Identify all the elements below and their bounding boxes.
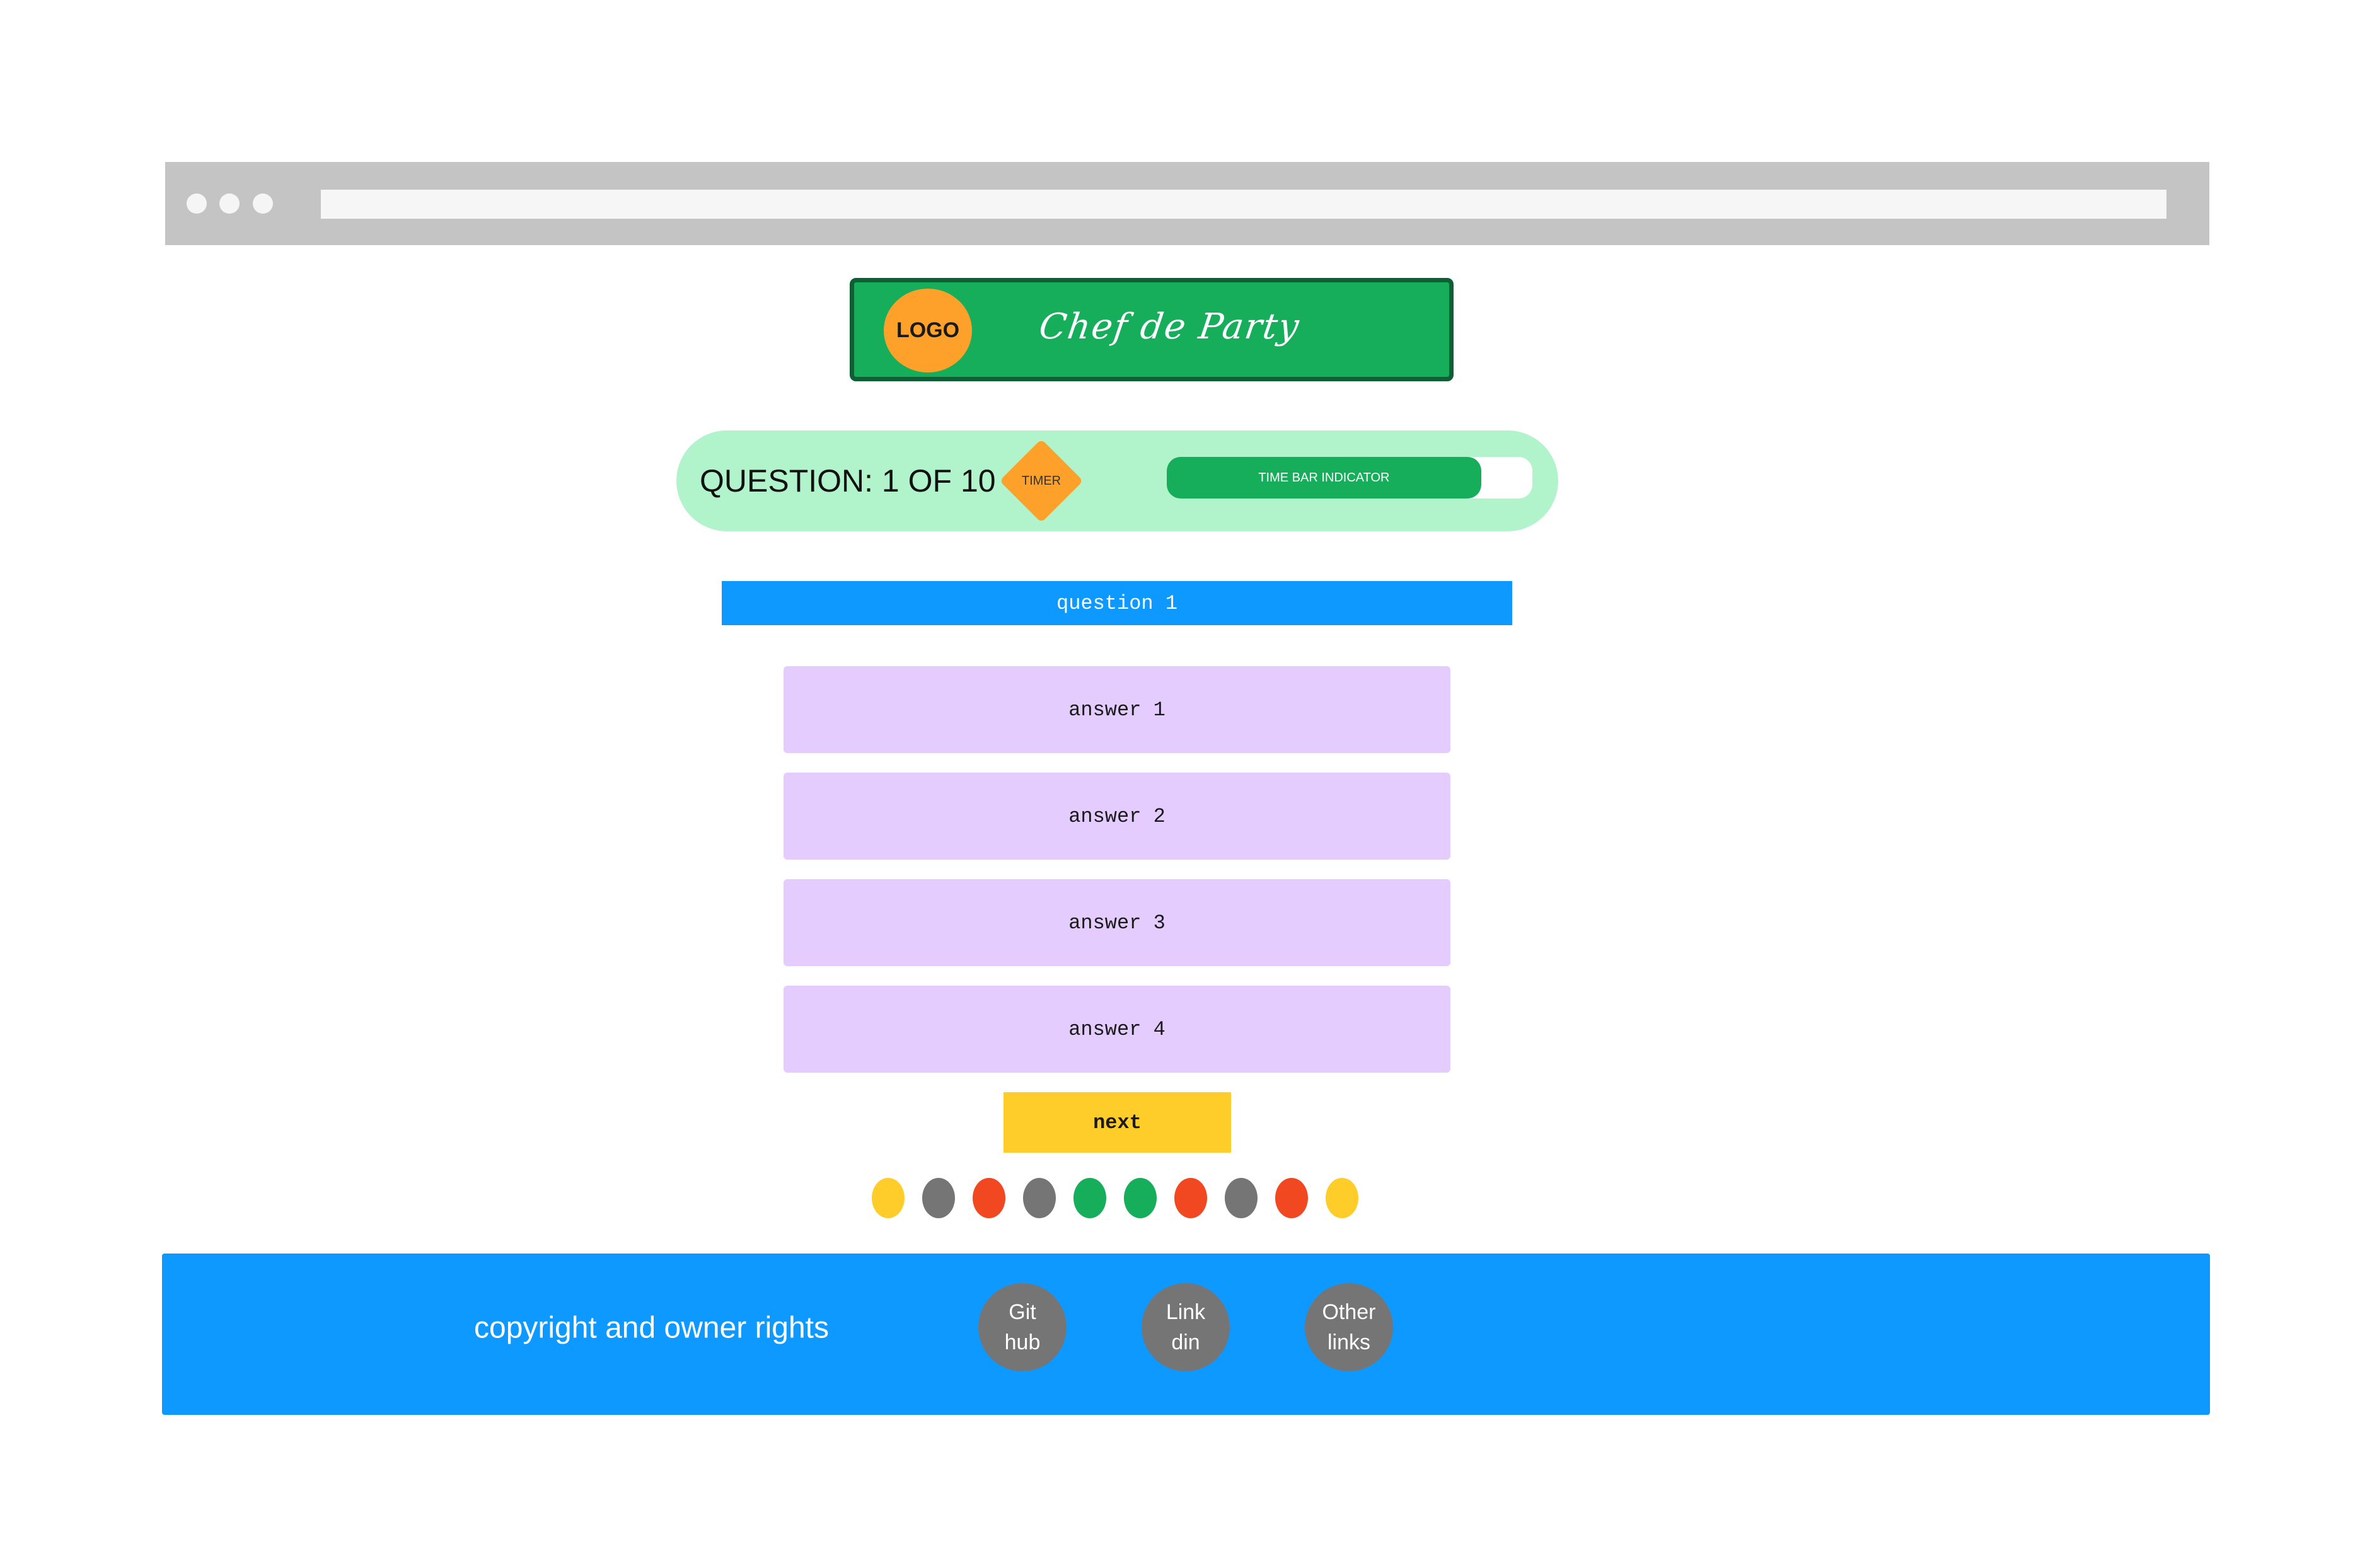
time-bar-track: TIME BAR INDICATOR [1167, 457, 1532, 499]
footer: copyright and owner rights Git hub Link … [162, 1254, 2210, 1415]
progress-dot-2 [922, 1178, 955, 1218]
window-control-dot[interactable] [219, 193, 240, 214]
answer-option-2[interactable]: answer 2 [784, 773, 1450, 860]
progress-dot-1 [872, 1178, 905, 1218]
progress-dot-4 [1023, 1178, 1056, 1218]
next-button[interactable]: next [1004, 1092, 1231, 1153]
github-link-line1: Git [1009, 1300, 1036, 1324]
question-text: question 1 [722, 581, 1512, 625]
github-link-line2: hub [1004, 1330, 1041, 1354]
time-bar-indicator: TIME BAR INDICATOR [1167, 457, 1481, 499]
github-link[interactable]: Git hub [978, 1283, 1067, 1371]
other-links-line2: links [1327, 1330, 1370, 1354]
progress-dot-3 [973, 1178, 1005, 1218]
brand-banner: LOGO Chef de Party [850, 278, 1454, 381]
linkedin-link-line2: din [1171, 1330, 1200, 1354]
linkedin-link-line1: Link [1166, 1300, 1206, 1324]
logo[interactable]: LOGO [884, 289, 972, 372]
other-links[interactable]: Other links [1305, 1283, 1393, 1371]
window-control-dot[interactable] [187, 193, 207, 214]
copyright-text: copyright and owner rights [474, 1311, 829, 1345]
brand-title: Chef de Party [1036, 306, 1303, 347]
progress-dot-6 [1124, 1178, 1157, 1218]
progress-indicator [872, 1178, 1376, 1218]
other-links-line1: Other [1322, 1300, 1376, 1324]
answer-list: answer 1 answer 2 answer 3 answer 4 [784, 666, 1450, 1092]
quiz-status-bar: QUESTION: 1 OF 10 TIMER TIME BAR INDICAT… [676, 430, 1558, 531]
linkedin-link[interactable]: Link din [1142, 1283, 1230, 1371]
progress-dot-5 [1073, 1178, 1106, 1218]
progress-dot-8 [1225, 1178, 1258, 1218]
answer-option-4[interactable]: answer 4 [784, 986, 1450, 1073]
progress-dot-10 [1326, 1178, 1358, 1218]
address-bar[interactable] [321, 190, 2166, 219]
window-control-dot[interactable] [253, 193, 273, 214]
question-counter: QUESTION: 1 OF 10 [700, 463, 996, 499]
answer-option-3[interactable]: answer 3 [784, 879, 1450, 966]
answer-option-1[interactable]: answer 1 [784, 666, 1450, 753]
browser-toolbar [165, 162, 2209, 245]
timer-icon: TIMER [999, 439, 1084, 523]
progress-dot-9 [1275, 1178, 1308, 1218]
progress-dot-7 [1174, 1178, 1207, 1218]
timer-label: TIMER [1021, 473, 1061, 488]
